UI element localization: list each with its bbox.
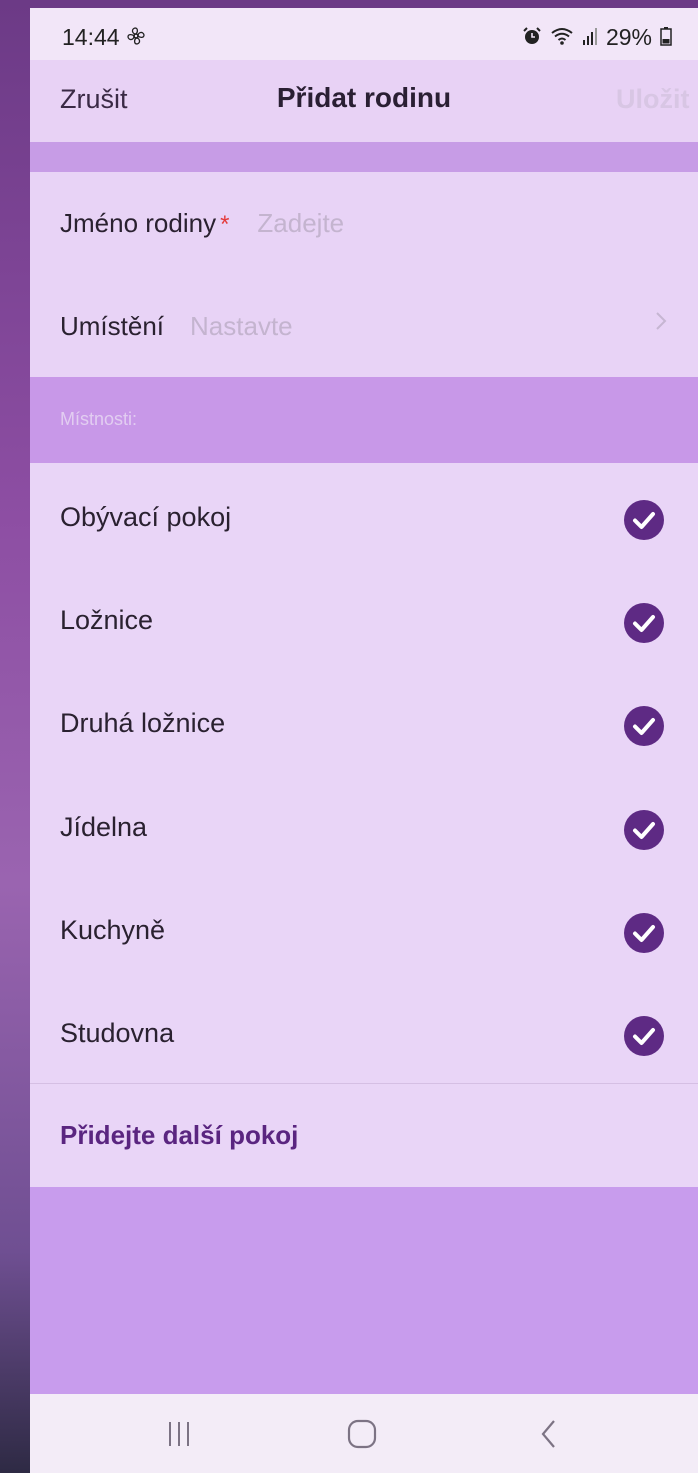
save-button[interactable]: Uložit: [616, 84, 698, 115]
location-label: Umístění: [60, 310, 165, 341]
required-marker: *: [220, 210, 230, 238]
chevron-right-icon: [654, 309, 668, 340]
status-right-group: 29%: [522, 24, 672, 51]
check-circle-icon[interactable]: [624, 706, 664, 746]
status-bar: 14:44 29%: [30, 8, 698, 60]
home-button[interactable]: [337, 1416, 387, 1452]
room-label: Obývací pokoj: [60, 502, 232, 532]
system-navigation-bar: [30, 1394, 698, 1473]
family-form: Jméno rodiny* Umístění Nastavte: [30, 172, 698, 377]
check-circle-icon[interactable]: [624, 810, 664, 850]
location-placeholder: Nastavte: [190, 310, 293, 341]
room-item[interactable]: Druhá ložnice: [30, 669, 698, 772]
rooms-section-header: Místnosti:: [30, 377, 698, 463]
room-label: Kuchyně: [60, 915, 166, 945]
location-row[interactable]: Umístění Nastavte: [30, 275, 698, 377]
room-item[interactable]: Studovna: [30, 979, 698, 1082]
room-label: Studovna: [60, 1018, 175, 1048]
empty-area: [30, 1187, 698, 1394]
home-icon: [347, 1419, 377, 1449]
room-item[interactable]: Jídelna: [30, 773, 698, 876]
back-button[interactable]: [524, 1416, 574, 1452]
section-spacer: [30, 142, 698, 172]
family-name-label: Jméno rodiny *: [60, 208, 229, 239]
check-circle-icon[interactable]: [624, 603, 664, 643]
family-name-input[interactable]: [255, 206, 560, 240]
fan-icon: [126, 26, 146, 49]
header-bar: Zrušit Přidat rodinu Uložit: [30, 60, 698, 142]
family-name-label-text: Jméno rodiny: [60, 207, 217, 238]
family-name-row: Jméno rodiny *: [30, 172, 698, 274]
rooms-section-label: Místnosti:: [60, 409, 138, 429]
room-label: Jídelna: [60, 812, 148, 842]
add-room-label: Přidejte další pokoj: [60, 1120, 299, 1150]
room-label: Druhá ložnice: [60, 708, 226, 738]
rooms-list: Obývací pokoj Ložnice Druhá ložnice Jíde…: [30, 463, 698, 1083]
room-item[interactable]: Kuchyně: [30, 876, 698, 979]
page-title: Přidat rodinu: [276, 82, 452, 113]
battery-percent: 29%: [605, 24, 652, 50]
status-time-group: 14:44: [62, 24, 146, 51]
signal-icon: [582, 26, 598, 49]
check-circle-icon[interactable]: [624, 500, 664, 540]
recent-apps-icon: [169, 1422, 189, 1446]
room-item[interactable]: Ložnice: [30, 566, 698, 669]
check-circle-icon[interactable]: [624, 913, 664, 953]
battery-icon: [660, 26, 672, 49]
check-circle-icon[interactable]: [624, 1016, 664, 1056]
recent-apps-button[interactable]: [154, 1416, 204, 1452]
room-label: Ložnice: [60, 605, 154, 635]
add-room-button[interactable]: Přidejte další pokoj: [30, 1084, 698, 1187]
back-icon: [541, 1420, 555, 1448]
phone-screen: 14:44 29% Zrušit Přidat rodinu Uložit Jm…: [30, 8, 698, 1473]
room-item[interactable]: Obývací pokoj: [30, 463, 698, 566]
status-time: 14:44: [62, 24, 120, 50]
wifi-icon: [550, 26, 574, 49]
alarm-icon: [522, 26, 542, 49]
